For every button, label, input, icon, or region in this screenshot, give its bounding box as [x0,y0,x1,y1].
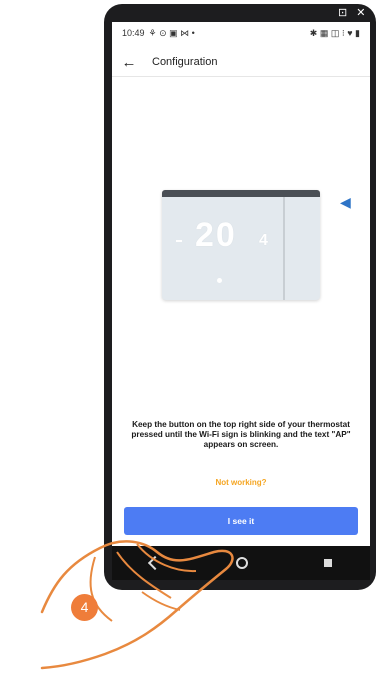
status-left: 10:49 ⚘ ⊙ ▣ ⋈ • [122,28,195,39]
page-title: Configuration [152,56,218,68]
app-bar: ← Configuration [112,48,370,77]
status-time: 10:49 [122,28,145,38]
thermostat-image: 20 4 [162,190,320,300]
hand-illustration [40,540,234,670]
thermostat-temperature: 20 [195,216,237,254]
status-left-icons: ⚘ ⊙ ▣ ⋈ • [148,27,195,38]
status-right-icons: ✱ ▦ ◫ ⁝ ♥ ▮ [309,27,360,38]
nav-recent-apps-icon[interactable] [324,559,332,567]
status-bar: 10:49 ⚘ ⊙ ▣ ⋈ • ✱ ▦ ◫ ⁝ ♥ ▮ [112,22,370,44]
thermostat-decimal: 4 [259,232,268,249]
app-screen: 10:49 ⚘ ⊙ ▣ ⋈ • ✱ ▦ ◫ ⁝ ♥ ▮ ← Configurat… [112,22,370,546]
step-number-badge: 4 [71,594,98,621]
thermostat-dash [176,240,182,242]
arrow-left-icon: ◀ [340,194,351,210]
instruction-text: Keep the button on the top right side of… [131,420,351,449]
back-arrow-icon[interactable]: ← [114,54,144,71]
thermostat-indicator-dot [217,278,222,283]
thermostat-button-divider [283,197,285,300]
window-controls[interactable]: ⊡ ✕ [338,6,369,19]
thermostat-top-band [162,190,320,197]
